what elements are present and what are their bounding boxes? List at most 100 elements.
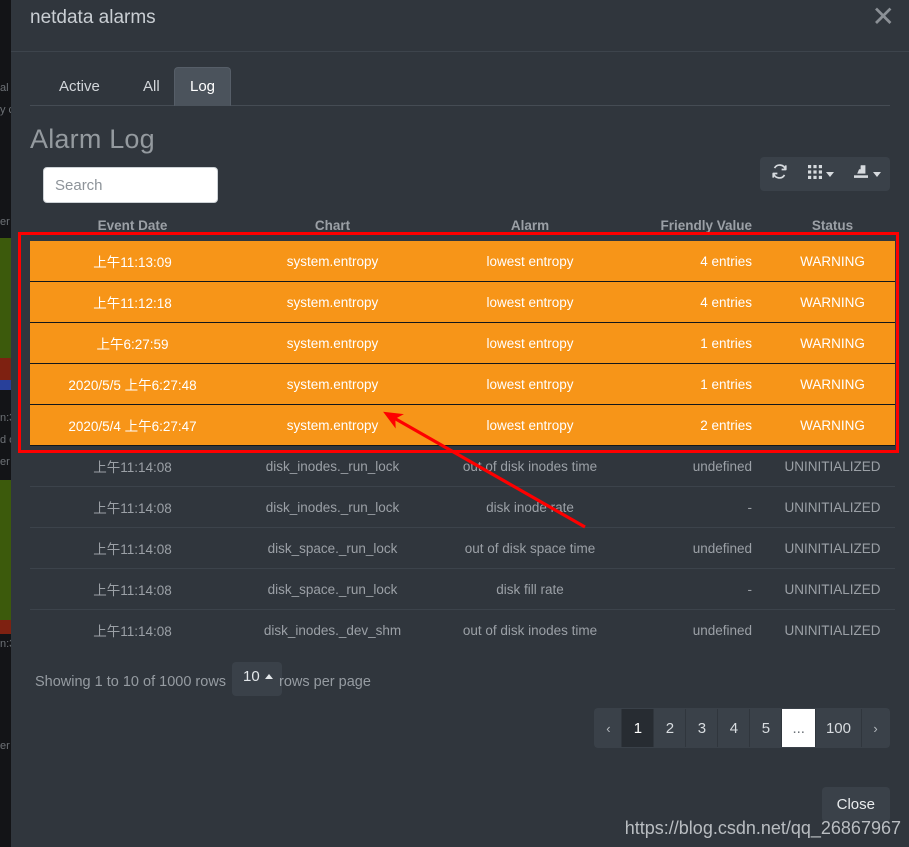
table-head: Event Date Chart Alarm Friendly Value St… [30,213,895,241]
cell-alarm: lowest entropy [430,363,630,405]
cell-status: WARNING [770,241,895,282]
modal-body: Active All Log Alarm Log Search Event Da… [11,67,909,774]
table-row[interactable]: 上午11:14:08 disk_space._run_lock disk fill … [30,568,895,610]
chevron-down-icon [826,171,834,177]
cell-status: UNINITIALIZED [770,527,895,569]
cell-chart: system.entropy [235,404,430,446]
pagination-page-3[interactable]: 3 [686,709,719,747]
cell-event-date: 2020/5/5 上午6:27:48 [30,363,235,405]
table-footer: Showing 1 to 10 of 1000 rows 10 rows per… [30,662,890,774]
cell-alarm: out of disk inodes time [430,609,630,650]
cell-friendly-value: 4 entries [630,241,770,282]
table-header-row: Event Date Chart Alarm Friendly Value St… [30,213,895,241]
cell-event-date: 上午11:14:08 [30,609,235,650]
grid-columns-icon [808,164,822,184]
cell-event-date: 上午11:14:08 [30,568,235,610]
cell-alarm: out of disk space time [430,527,630,569]
refresh-icon [771,163,788,185]
refresh-button[interactable] [760,157,798,191]
close-x-icon[interactable]: ✕ [872,0,895,34]
column-header-event-date[interactable]: Event Date [30,213,235,241]
search-input[interactable] [43,167,218,203]
cell-alarm: disk inode rate [430,486,630,528]
cell-status: WARNING [770,404,895,446]
cell-friendly-value: undefined [630,609,770,650]
table-body: 上午11:13:09 system.entropy lowest entropy 4 … [30,241,895,650]
cell-friendly-value: 1 entries [630,322,770,364]
tab-active[interactable]: Active [43,67,116,106]
cell-alarm: out of disk inodes time [430,445,630,487]
table-row[interactable]: 上午6:27:59 system.entropy lowest entropy 1 e… [30,322,895,364]
cell-alarm: lowest entropy [430,322,630,364]
table-row[interactable]: 上午11:14:08 disk_inodes._dev_shm out of dis… [30,609,895,650]
table-row[interactable]: 2020/5/4 上午6:27:47 system.entropy lowest e… [30,404,895,446]
cell-chart: system.entropy [235,241,430,282]
cell-chart: disk_inodes._dev_shm [235,609,430,650]
cell-friendly-value: 4 entries [630,281,770,323]
modal-header: netdata alarms ✕ [11,0,909,52]
cell-status: WARNING [770,363,895,405]
cell-chart: disk_inodes._run_lock [235,445,430,487]
columns-button[interactable] [798,157,844,191]
cell-status: UNINITIALIZED [770,486,895,528]
toolbar-row [30,157,890,211]
cell-friendly-value: 2 entries [630,404,770,446]
rows-per-page-select[interactable]: 10 [232,662,282,696]
screen: al y c er n:3 d c er n:3 er netdata alarms ✕ Ac… [0,0,909,847]
cell-friendly-value: 1 entries [630,363,770,405]
cell-friendly-value: undefined [630,445,770,487]
table-row[interactable]: 上午11:12:18 system.entropy lowest entropy 4 … [30,281,895,323]
cell-status: UNINITIALIZED [770,445,895,487]
close-button[interactable]: Close [821,787,890,822]
cell-event-date: 上午11:14:08 [30,486,235,528]
pagination-page-1[interactable]: 1 [622,709,655,747]
table-row[interactable]: 上午11:14:08 disk_inodes._run_lock disk inod… [30,486,895,528]
cell-friendly-value: - [630,568,770,610]
cell-friendly-value: undefined [630,527,770,569]
cell-alarm: lowest entropy [430,241,630,282]
pagination-arrow-›[interactable]: › [862,709,889,747]
cell-event-date: 上午11:14:08 [30,445,235,487]
pagination-page-4[interactable]: 4 [718,709,751,747]
cell-event-date: 上午11:12:18 [30,281,235,323]
cell-alarm: disk fill rate [430,568,630,610]
column-header-friendly-value[interactable]: Friendly Value [630,213,770,241]
column-header-alarm[interactable]: Alarm [430,213,630,241]
cell-event-date: 上午6:27:59 [30,322,235,364]
chevron-down-icon [873,171,881,177]
export-button[interactable] [844,157,890,191]
table-row[interactable]: 上午11:13:09 system.entropy lowest entropy 4 … [30,241,895,282]
cell-event-date: 上午11:13:09 [30,241,235,282]
cell-chart: disk_space._run_lock [235,568,430,610]
pagination-page-5[interactable]: 5 [750,709,783,747]
netdata-alarms-modal: netdata alarms ✕ Active All Log Alarm Lo… [11,0,909,847]
cell-chart: disk_inodes._run_lock [235,486,430,528]
pagination-page-100[interactable]: 100 [815,709,862,747]
cell-status: UNINITIALIZED [770,568,895,610]
cell-status: WARNING [770,281,895,323]
tab-log[interactable]: Log [174,67,232,106]
cell-event-date: 2020/5/4 上午6:27:47 [30,404,235,446]
cell-event-date: 上午11:14:08 [30,527,235,569]
cell-alarm: lowest entropy [430,404,630,446]
alarm-log-table: Event Date Chart Alarm Friendly Value St… [30,213,895,650]
cell-chart: system.entropy [235,281,430,323]
pagination-arrow-‹[interactable]: ‹ [595,709,623,747]
cell-alarm: lowest entropy [430,281,630,323]
cell-friendly-value: - [630,486,770,528]
pagination: ‹ 1 2 3 4 5... 100 › [594,708,890,748]
table-row[interactable]: 上午11:14:08 disk_inodes._run_lock out of di… [30,445,895,487]
column-header-chart[interactable]: Chart [235,213,430,241]
tab-all[interactable]: All [127,67,176,106]
rows-per-page-label: rows per page [279,674,371,690]
pagination-page-...[interactable]: ... [782,709,816,747]
table-row[interactable]: 2020/5/5 上午6:27:48 system.entropy lowest e… [30,363,895,405]
column-header-status[interactable]: Status [770,213,895,241]
chevron-up-icon [264,674,273,679]
cell-chart: system.entropy [235,363,430,405]
rows-per-page-value: 10 [243,668,260,685]
pagination-page-2[interactable]: 2 [654,709,687,747]
table-row[interactable]: 上午11:14:08 disk_space._run_lock out of dis… [30,527,895,569]
tab-bar: Active All Log [30,67,890,106]
cell-chart: system.entropy [235,322,430,364]
